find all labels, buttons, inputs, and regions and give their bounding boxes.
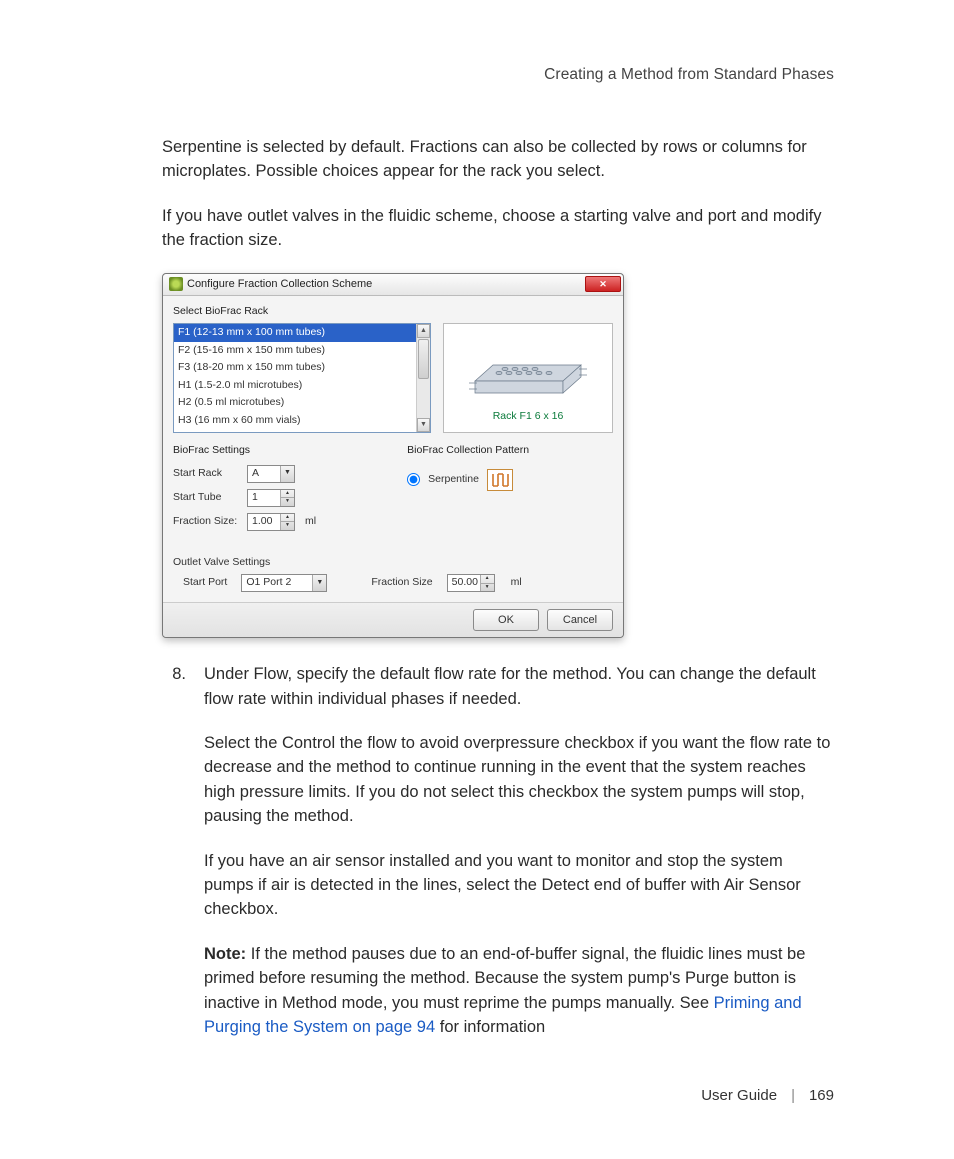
dialog-titlebar[interactable]: Configure Fraction Collection Scheme ✕: [163, 274, 623, 296]
scroll-thumb[interactable]: [418, 339, 429, 379]
footer-guide: User Guide: [701, 1085, 777, 1107]
paragraph-serpentine: Serpentine is selected by default. Fract…: [162, 135, 834, 184]
spin-down-icon[interactable]: ▼: [481, 584, 494, 592]
rack-option[interactable]: H1 (1.5-2.0 ml microtubes): [174, 377, 416, 395]
pattern-label: BioFrac Collection Pattern: [407, 443, 613, 459]
spin-up-icon[interactable]: ▲: [281, 514, 294, 523]
chevron-down-icon[interactable]: ▼: [312, 575, 326, 591]
step8-overpressure: Select the Control the flow to avoid ove…: [204, 731, 834, 829]
page-footer: User Guide | 169: [701, 1085, 834, 1107]
rack-option[interactable]: F3 (18-20 mm x 150 mm tubes): [174, 359, 416, 377]
scroll-up-icon[interactable]: ▲: [417, 324, 430, 338]
ok-button[interactable]: OK: [473, 609, 539, 631]
outlet-fraction-size-spinner[interactable]: 50.00 ▲▼: [447, 574, 495, 592]
listbox-scrollbar[interactable]: ▲ ▼: [416, 324, 430, 432]
app-icon: [169, 277, 183, 291]
biofrac-settings-label: BioFrac Settings: [173, 443, 389, 459]
serpentine-label: Serpentine: [428, 472, 479, 488]
rack-option[interactable]: H3 (16 mm x 60 mm vials): [174, 412, 416, 430]
dialog-title: Configure Fraction Collection Scheme: [187, 276, 372, 292]
close-button[interactable]: ✕: [585, 276, 621, 292]
footer-separator: |: [791, 1085, 795, 1107]
rack-option[interactable]: H4-L (30 mm x 60 mm vials): [174, 429, 416, 432]
rack-option[interactable]: H2 (0.5 ml microtubes): [174, 394, 416, 412]
select-rack-label: Select BioFrac Rack: [173, 304, 613, 320]
fraction-size-label: Fraction Size:: [173, 514, 239, 530]
step8-note: Note: If the method pauses due to an end…: [204, 942, 834, 1040]
spin-up-icon[interactable]: ▲: [481, 575, 494, 584]
serpentine-icon: [487, 469, 513, 491]
rack-listbox[interactable]: F1 (12-13 mm x 100 mm tubes) F2 (15-16 m…: [173, 323, 431, 433]
step8-flow: Under Flow, specify the default flow rat…: [204, 662, 834, 711]
note-label: Note:: [204, 945, 246, 963]
spin-down-icon[interactable]: ▼: [281, 498, 294, 506]
spin-down-icon[interactable]: ▼: [281, 522, 294, 530]
cancel-button[interactable]: Cancel: [547, 609, 613, 631]
dialog-screenshot: Configure Fraction Collection Scheme ✕ S…: [162, 273, 834, 639]
page-header: Creating a Method from Standard Phases: [120, 64, 834, 87]
unit-label: ml: [511, 575, 522, 591]
serpentine-radio[interactable]: [407, 473, 420, 486]
rack-option[interactable]: F1 (12-13 mm x 100 mm tubes): [174, 324, 416, 342]
rack-3d-icon: [463, 335, 593, 403]
rack-preview: Rack F1 6 x 16: [443, 323, 613, 433]
footer-page-number: 169: [809, 1085, 834, 1107]
rack-option[interactable]: F2 (15-16 mm x 150 mm tubes): [174, 342, 416, 360]
start-port-label: Start Port: [183, 575, 227, 591]
spin-up-icon[interactable]: ▲: [281, 490, 294, 499]
outlet-fraction-size-label: Fraction Size: [371, 575, 432, 591]
start-tube-label: Start Tube: [173, 490, 239, 506]
unit-label: ml: [305, 514, 316, 530]
chevron-down-icon[interactable]: ▼: [280, 466, 294, 482]
start-rack-combo[interactable]: A ▼: [247, 465, 295, 483]
fraction-collection-dialog: Configure Fraction Collection Scheme ✕ S…: [162, 273, 624, 639]
paragraph-outlet-intro: If you have outlet valves in the fluidic…: [162, 204, 834, 253]
step8-airsensor: If you have an air sensor installed and …: [204, 849, 834, 922]
start-tube-spinner[interactable]: 1 ▲▼: [247, 489, 295, 507]
fraction-size-spinner[interactable]: 1.00 ▲▼: [247, 513, 295, 531]
rack-preview-label: Rack F1 6 x 16: [493, 409, 564, 425]
step-number-8: 8.: [162, 662, 186, 1059]
start-port-combo[interactable]: O1 Port 2 ▼: [241, 574, 327, 592]
start-rack-label: Start Rack: [173, 466, 239, 482]
outlet-valve-label: Outlet Valve Settings: [173, 555, 613, 571]
scroll-down-icon[interactable]: ▼: [417, 418, 430, 432]
